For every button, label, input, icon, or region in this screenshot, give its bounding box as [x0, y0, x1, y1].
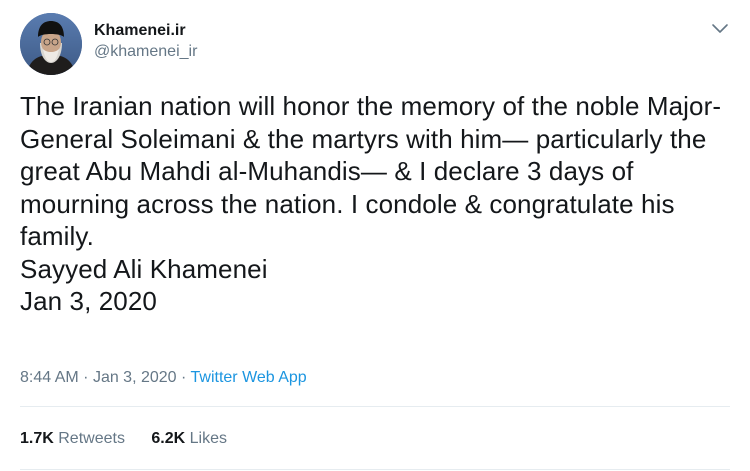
display-name[interactable]: Khamenei.ir [94, 21, 197, 41]
tweet-metadata: 8:44 AM · Jan 3, 2020 · Twitter Web App [20, 367, 307, 389]
tweet-source-link[interactable]: Twitter Web App [191, 369, 307, 386]
likes-count: 6.2K [151, 430, 186, 447]
divider [20, 406, 730, 407]
likes-label: Likes [189, 430, 228, 447]
user-info: Khamenei.ir @khamenei_ir [94, 21, 197, 63]
retweets-count: 1.7K [20, 430, 54, 447]
retweets-stat[interactable]: 1.7K Retweets [20, 428, 125, 450]
tweet-date[interactable]: Jan 3, 2020 [93, 369, 177, 386]
likes-stat[interactable]: 6.2K Likes [151, 428, 227, 450]
chevron-down-icon[interactable] [710, 21, 730, 37]
tweet-header: Khamenei.ir @khamenei_ir [20, 13, 730, 75]
meta-separator: · [181, 369, 187, 386]
tweet-text: The Iranian nation will honor the memory… [20, 91, 722, 316]
tweet-card: Khamenei.ir @khamenei_ir The Iranian nat… [0, 0, 750, 471]
retweets-label: Retweets [58, 430, 125, 447]
avatar[interactable] [20, 13, 82, 75]
tweet-stats: 1.7K Retweets 6.2K Likes [20, 428, 249, 450]
meta-separator: · [83, 369, 89, 386]
user-handle[interactable]: @khamenei_ir [94, 41, 197, 63]
divider [20, 469, 730, 470]
avatar-image [20, 13, 82, 75]
tweet-time[interactable]: 8:44 AM [20, 369, 79, 386]
